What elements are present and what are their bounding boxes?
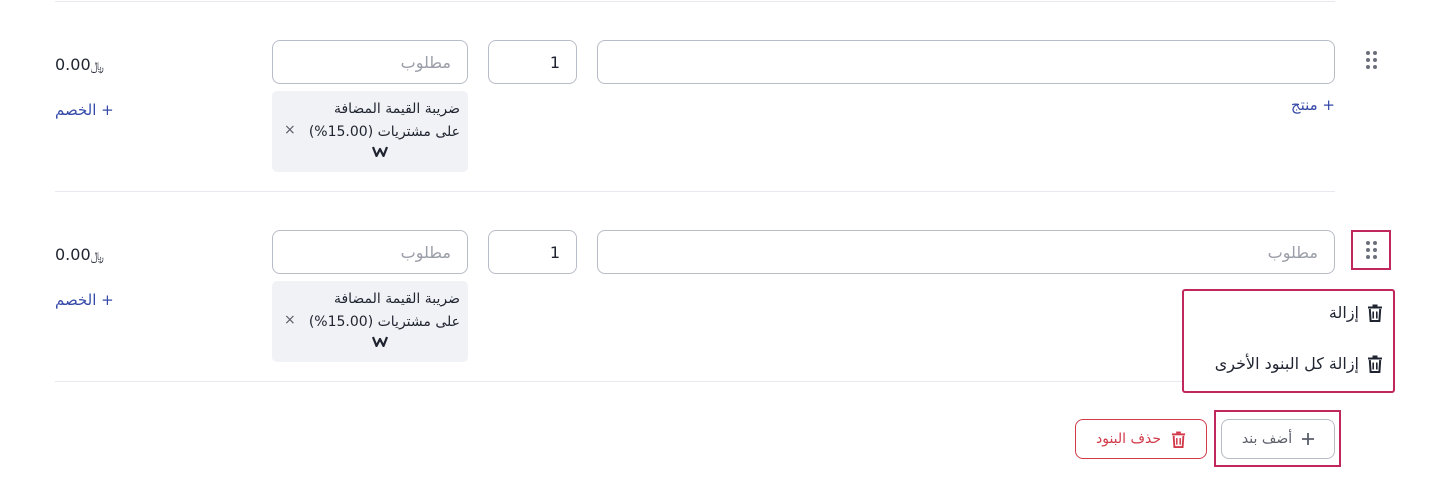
price-input-row-1[interactable]	[272, 40, 468, 84]
quantity-input-row-2[interactable]	[488, 230, 577, 274]
line-total-row-2: ﷼0.00	[55, 245, 104, 264]
add-discount-link-row-1[interactable]: + الخصم	[55, 101, 114, 119]
drag-dots-icon	[1365, 51, 1377, 69]
tax-chip-row-1: ضريبة القيمة المضافة على مشتريات (15.00%…	[272, 91, 468, 172]
trash-icon	[1368, 355, 1382, 373]
currency-symbol: ﷼	[90, 249, 104, 263]
menu-item-remove-all-others[interactable]: إزالة كل البنود الأخرى	[1215, 354, 1383, 373]
quantity-input-row-1[interactable]	[488, 40, 577, 84]
delete-items-button[interactable]: حذف البنود	[1075, 419, 1207, 459]
add-product-link[interactable]: + منتج	[1291, 96, 1335, 114]
row-context-menu: إزالة إزالة كل البنود الأخرى	[1182, 289, 1395, 393]
tax-chip-label: ضريبة القيمة المضافة على مشتريات (15.00%…	[308, 101, 460, 140]
plus-icon	[1302, 433, 1315, 445]
drag-handle-row-2[interactable]	[1351, 230, 1391, 270]
amount-value: 0.00	[55, 245, 91, 264]
delete-items-label: حذف البنود	[1095, 431, 1162, 447]
drag-dots-icon	[1365, 241, 1377, 259]
price-input-row-2[interactable]	[272, 230, 468, 274]
menu-item-label: إزالة	[1328, 303, 1359, 322]
row-divider-bottom	[55, 381, 1335, 382]
tax-logo-icon	[372, 146, 388, 157]
tax-chip-label: ضريبة القيمة المضافة على مشتريات (15.00%…	[308, 291, 460, 330]
add-item-label: أضف بند	[1241, 431, 1293, 447]
trash-icon	[1368, 304, 1382, 322]
row-divider	[55, 191, 1335, 192]
add-discount-link-row-2[interactable]: + الخصم	[55, 291, 114, 309]
menu-item-remove[interactable]: إزالة	[1329, 303, 1383, 322]
tax-logo-icon	[372, 336, 388, 347]
tax-chip-row-2: ضريبة القيمة المضافة على مشتريات (15.00%…	[272, 281, 468, 362]
row-divider-top	[55, 1, 1335, 2]
trash-icon	[1171, 431, 1186, 448]
product-input-row-2[interactable]	[597, 230, 1335, 274]
tax-remove-button[interactable]: ×	[284, 312, 296, 328]
tax-remove-button[interactable]: ×	[284, 122, 296, 138]
currency-symbol: ﷼	[90, 59, 104, 73]
amount-value: 0.00	[55, 55, 91, 74]
menu-item-label: إزالة كل البنود الأخرى	[1214, 354, 1359, 373]
line-total-row-1: ﷼0.00	[55, 55, 104, 74]
add-item-button[interactable]: أضف بند	[1221, 419, 1335, 459]
drag-handle-row-1[interactable]	[1351, 40, 1391, 80]
product-input-row-1[interactable]	[597, 40, 1335, 84]
